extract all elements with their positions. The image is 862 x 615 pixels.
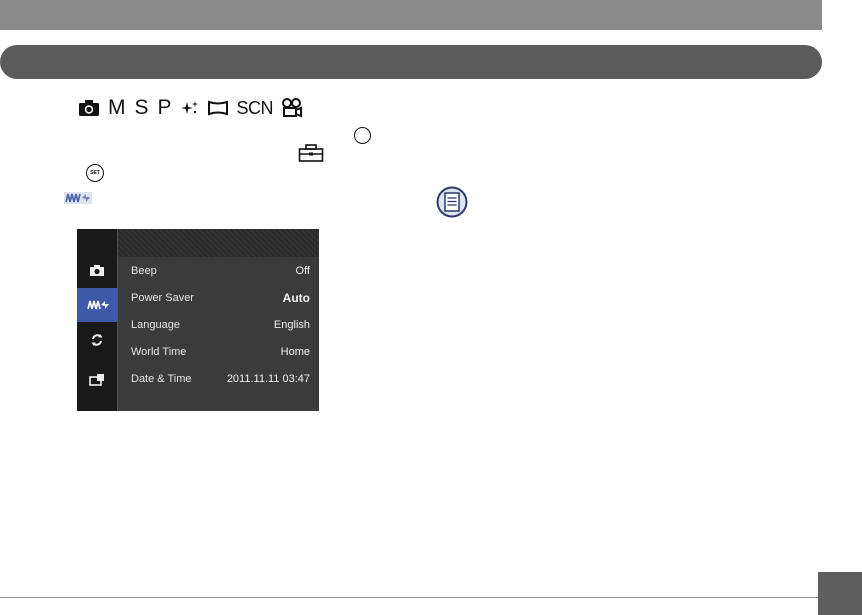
menu-row-label: World Time [131,345,187,358]
manual-mode-label: M [108,96,127,119]
note-icon [436,186,468,218]
menu-row[interactable]: Power Saver Auto [118,284,319,311]
power-saver-icon [87,300,109,310]
toolbox-icon [89,373,104,386]
menu-row-value: Auto [282,290,310,305]
movie-icon [282,98,303,118]
set-button-icon: SET [86,164,104,182]
menu-row[interactable]: Beep Off [118,257,319,284]
program-mode-label: P [157,96,173,119]
scene-mode-label: SCN [236,97,274,118]
menu-row-value: Off [295,264,310,277]
camera-lcd-screen: Beep Off Power Saver Auto Language English Wor… [77,229,319,411]
panorama-icon [207,100,228,116]
camera-icon [79,100,99,116]
toolbox-icon [298,144,324,162]
section-title-bar [0,45,822,79]
menu-row-value: Home [280,345,310,358]
menu-row-label: Date & Time [131,372,192,385]
footer-rule [0,597,822,598]
sparkle-icon [180,101,198,114]
set-button-label: SET [90,170,100,176]
menu-row[interactable]: World Time Home [118,338,319,365]
menu-row-label: Beep [131,264,157,277]
page-number-tab [818,572,862,615]
camera-icon [90,264,104,276]
sidebar-item-camera[interactable] [77,253,117,287]
menu-header-strip [118,229,319,257]
sidebar-item-refresh[interactable] [77,323,117,357]
refresh-icon [91,334,103,346]
power-saver-icon [64,192,92,204]
menu-row-label: Power Saver [131,291,194,304]
settings-sidebar [77,229,121,411]
menu-row-label: Language [131,318,180,331]
menu-row-value: 2011.11.11 03:47 [226,372,310,385]
top-header-band [0,0,822,30]
mode-icons-row: M S P SCN [78,96,303,120]
sidebar-item-toolbox[interactable] [77,362,117,396]
shutter-priority-label: S [134,96,150,119]
menu-row-value: English [273,318,310,331]
blank-button-icon [354,127,371,144]
menu-row[interactable]: Language English [118,311,319,338]
sidebar-item-power-saver[interactable] [77,288,121,322]
menu-row[interactable]: Date & Time 2011.11.11 03:47 [118,365,319,392]
settings-menu-list: Beep Off Power Saver Auto Language English Wor… [118,257,319,411]
